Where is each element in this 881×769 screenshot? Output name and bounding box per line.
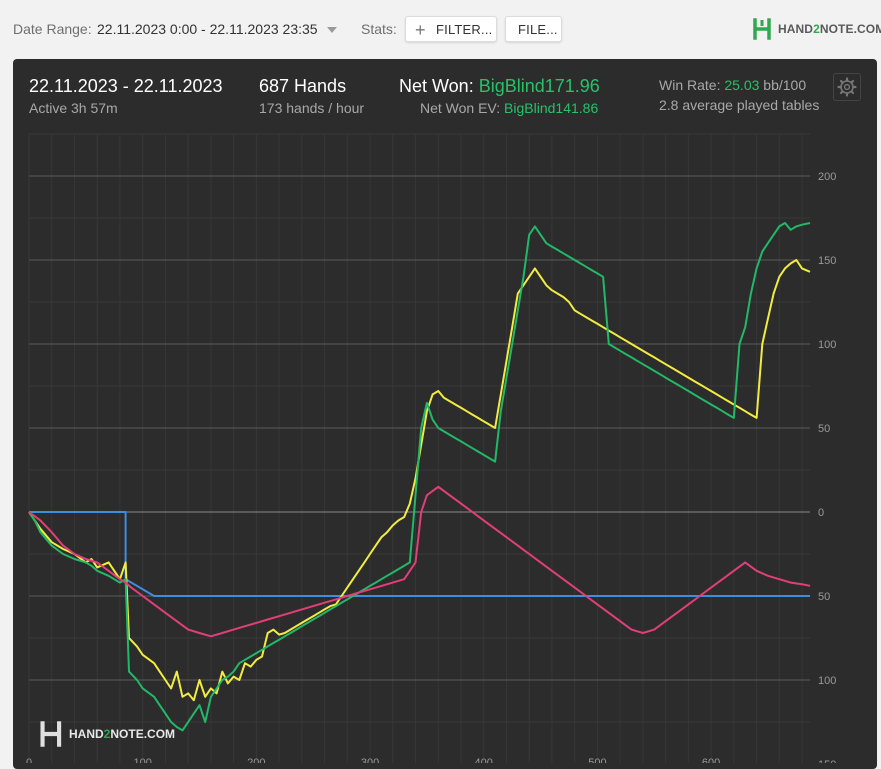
watermark-text: HAND2NOTE.COM: [69, 727, 176, 741]
y-tick-label: 150: [818, 255, 836, 267]
x-tick-label: 0: [26, 757, 32, 763]
date-range-label: Date Range:: [13, 21, 92, 37]
filter-button[interactable]: + FILTER...: [405, 16, 497, 42]
x-tick-label: 200: [247, 757, 265, 763]
y-tick-label: 100: [818, 675, 836, 687]
chart-series: [28, 222, 811, 732]
x-tick-label: 100: [134, 757, 152, 763]
y-tick-label: 200: [818, 171, 836, 183]
y-axis-ticks: 200 150 100 50 0 50 100 150: [818, 171, 836, 763]
file-button[interactable]: FILE...: [505, 16, 562, 42]
plus-icon: +: [415, 20, 426, 40]
series-line-2: [28, 222, 811, 732]
watermark-logo-icon: [40, 721, 62, 747]
graph-panel: 22.11.2023 - 22.11.2023 Active 3h 57m 68…: [13, 59, 877, 769]
stats-label: Stats:: [361, 21, 397, 37]
y-tick-label: 100: [818, 339, 836, 351]
profit-graph: 20015010050050100150 0100200300400500600: [26, 133, 836, 763]
y-tick-label: 150: [818, 759, 836, 763]
y-tick-label: 0: [818, 507, 824, 519]
chevron-down-icon[interactable]: [327, 27, 337, 33]
x-axis-ticks: 0 100 200 300 400 500 600: [26, 757, 720, 763]
date-range-select[interactable]: 22.11.2023 0:00 - 22.11.2023 23:35: [97, 21, 318, 37]
y-tick-label: 50: [818, 423, 830, 435]
series-line-3: [28, 485, 811, 638]
x-tick-label: 400: [475, 757, 493, 763]
x-tick-label: 300: [361, 757, 379, 763]
brand-logo-text[interactable]: HAND2NOTE.COM: [778, 22, 881, 36]
y-tick-label: 50: [818, 591, 830, 603]
hand2note-logo-icon: [753, 18, 771, 40]
x-tick-label: 600: [702, 757, 720, 763]
series-line-1: [28, 259, 811, 702]
x-tick-label: 500: [588, 757, 606, 763]
top-toolbar: Date Range: 22.11.2023 0:00 - 22.11.2023…: [0, 0, 881, 58]
